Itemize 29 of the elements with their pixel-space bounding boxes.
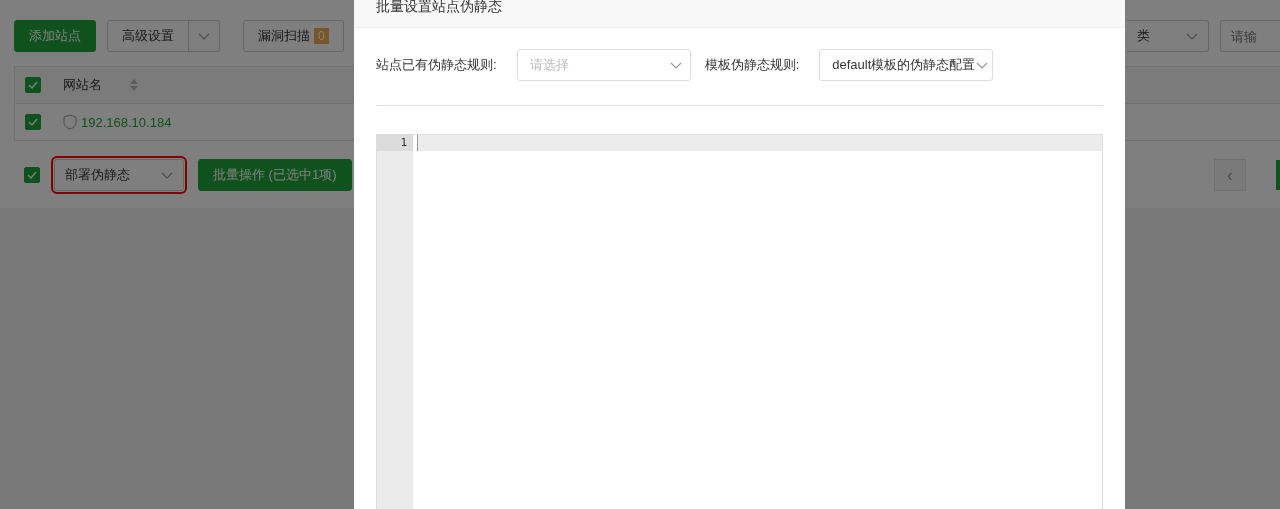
vulnerability-scan-button[interactable]: 漏洞扫描 0 (243, 20, 344, 52)
template-select[interactable]: default模板的伪静态配置 (819, 49, 994, 81)
dialog-title: 批量设置站点伪静态 (354, 0, 1125, 28)
action-select[interactable]: 部署伪静态 (54, 159, 184, 191)
count-badge: 0 (314, 28, 329, 44)
code-editor[interactable]: 1 (376, 134, 1103, 509)
batch-operation-button[interactable]: 批量操作 (已选中1项) (198, 159, 352, 191)
checkbox[interactable] (25, 114, 41, 130)
add-site-button[interactable]: 添加站点 (14, 20, 96, 52)
category-select[interactable]: 类 (1127, 20, 1209, 52)
field-label: 站点已有伪静态规则: (376, 56, 497, 74)
chevron-down-icon (161, 171, 173, 179)
shield-icon (63, 114, 77, 130)
chevron-down-icon (198, 32, 210, 40)
checkmark-icon (28, 81, 38, 89)
chevron-down-icon (976, 61, 989, 69)
field-label: 模板伪静态规则: (704, 56, 800, 74)
search-field[interactable]: 请输 (1220, 20, 1280, 52)
checkmark-icon (27, 171, 37, 179)
checkbox[interactable] (24, 167, 40, 183)
chevron-down-icon (669, 61, 682, 69)
sort-icon (130, 79, 138, 91)
advanced-settings-button[interactable]: 高级设置 (107, 20, 220, 52)
checkbox[interactable] (25, 77, 41, 93)
line-number: 1 (377, 135, 413, 151)
chevron-down-icon (1186, 32, 1198, 40)
column-header[interactable]: 网站名 (63, 76, 102, 94)
site-link[interactable]: 192.168.10.184 (81, 114, 172, 130)
checkmark-icon (28, 118, 38, 126)
